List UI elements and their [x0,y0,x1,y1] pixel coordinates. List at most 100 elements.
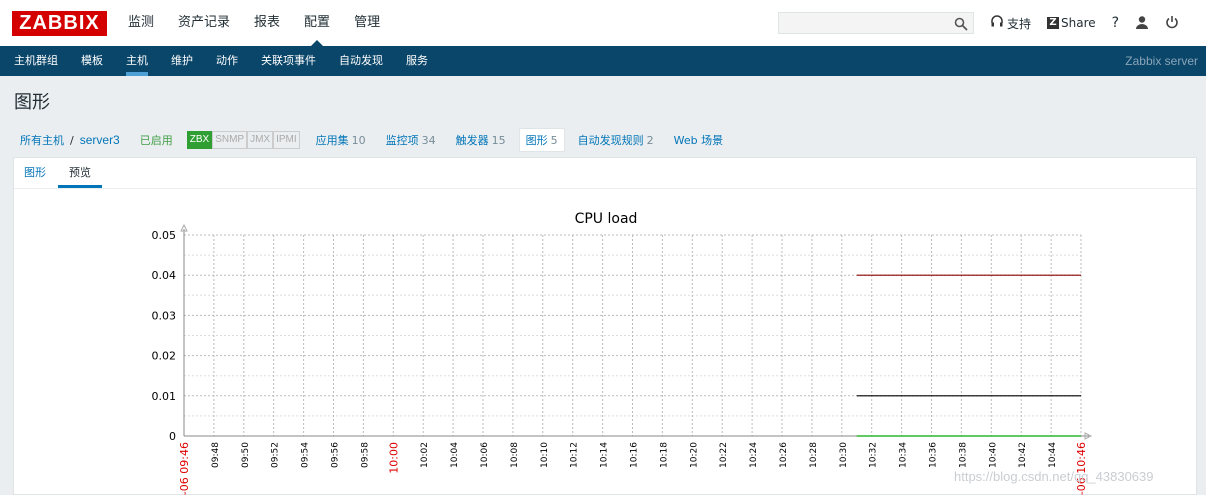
host-link[interactable]: server3 [80,133,120,147]
x-tick-label: 09:56 [331,442,341,468]
section-graphs-label[interactable]: 图形 [526,134,548,147]
y-tick-label: 0.02 [152,350,177,363]
subnav-hosts[interactable]: 主机 [126,46,148,76]
y-tick-label: 0.04 [152,269,177,282]
sub-nav: 主机群组 模板 主机 维护 动作 关联项事件 自动发现 服务 [14,46,451,76]
page-title: 图形 [14,92,50,113]
zabbix-logo[interactable]: ZABBIX [12,11,107,36]
x-tick-label: 10:32 [869,442,879,468]
x-tick-label: 10:38 [958,442,968,468]
power-icon [1165,15,1179,32]
section-triggers[interactable]: 触发器 15 [456,132,506,148]
x-tick-label: 10:20 [689,442,699,468]
y-tick-label: 0.05 [152,229,177,242]
subnav-discovery[interactable]: 自动发现 [339,46,383,76]
section-items-count: 34 [421,134,436,147]
section-discovery-rules-count: 2 [646,134,654,147]
x-tick-label: 09:52 [271,442,281,468]
section-discovery-rules[interactable]: 自动发现规则 2 [578,132,654,148]
section-triggers-label[interactable]: 触发器 [456,134,489,147]
section-web-scenarios[interactable]: Web 场景 [674,132,723,148]
x-tick-label: -06 09:46 [178,442,191,495]
host-status-enabled[interactable]: 已启用 [140,132,173,148]
section-graphs[interactable]: 图形 5 [518,128,565,152]
x-tick-label: 10:30 [839,442,849,468]
share-link[interactable]: Z Share [1047,16,1096,30]
section-applications-label[interactable]: 应用集 [316,134,349,147]
x-tick-label: 10:00 [387,442,400,474]
x-tick-label: 10:28 [809,442,819,468]
section-discovery-rules-label[interactable]: 自动发现规则 [578,134,644,147]
x-tick-label: 10:24 [749,442,759,468]
x-tick-label: 10:06 [480,442,490,468]
support-link[interactable]: 支持 [990,14,1032,32]
section-applications-count: 10 [351,134,366,147]
nav-monitoring[interactable]: 监测 [128,0,154,46]
sub-nav-bar: 主机群组 模板 主机 维护 动作 关联项事件 自动发现 服务 Zabbix se… [0,46,1206,76]
badge-jmx: JMX [247,131,274,149]
x-tick-label: 10:04 [450,442,460,468]
x-tick-label: 10:18 [659,442,669,468]
subnav-services[interactable]: 服务 [406,46,428,76]
search-icon[interactable] [954,16,968,35]
section-graphs-count: 5 [550,134,558,147]
section-applications[interactable]: 应用集 10 [316,132,366,148]
tab-preview[interactable]: 预览 [58,158,102,188]
x-tick-label: 09:50 [241,442,251,468]
header-tools: 支持 Z Share ? [990,0,1195,46]
subnav-templates[interactable]: 模板 [81,46,103,76]
x-tick-label: 10:16 [630,442,640,468]
support-label: 支持 [1007,16,1032,31]
help-button[interactable]: ? [1112,15,1119,31]
chart-title: CPU load [575,211,638,227]
tab-graph[interactable]: 图形 [24,158,46,188]
all-hosts-link[interactable]: 所有主机 [20,132,64,148]
x-tick-label: 10:40 [988,442,998,468]
x-tick-label: 10:34 [899,442,909,468]
x-tick-label: 09:54 [301,442,311,468]
section-triggers-count: 15 [491,134,506,147]
nav-administration[interactable]: 管理 [354,0,380,46]
x-tick-label: 10:14 [600,442,610,468]
x-tick-label: 10:12 [570,442,580,468]
subnav-actions[interactable]: 动作 [216,46,238,76]
share-z-icon: Z [1047,17,1060,29]
top-header: ZABBIX 监测 资产记录 报表 配置 管理 支持 Z Share ? [0,0,1206,47]
nav-inventory[interactable]: 资产记录 [178,0,230,46]
share-label: Share [1061,16,1096,30]
x-tick-label: 09:48 [211,442,221,468]
nav-reports[interactable]: 报表 [254,0,280,46]
section-web-scenarios-label[interactable]: Web 场景 [674,134,723,147]
server-name: Zabbix server [1125,54,1198,68]
logout-button[interactable] [1165,15,1179,32]
subnav-maintenance[interactable]: 维护 [171,46,193,76]
x-tick-label: 10:42 [1018,442,1028,468]
search-input[interactable] [778,12,974,34]
x-tick-label: 10:08 [510,442,520,468]
profile-button[interactable] [1135,15,1149,32]
host-breadcrumb: 所有主机 / server3 已启用 ZBX SNMP JMX IPMI 应用集… [13,128,1197,152]
breadcrumb-separator: / [70,133,74,147]
x-tick-label: 10:44 [1048,442,1058,468]
y-tick-label: 0 [169,430,176,443]
headset-icon [990,14,1004,32]
watermark: https://blog.csdn.net/qq_43830639 [954,469,1154,484]
section-items[interactable]: 监控项 34 [386,132,436,148]
y-tick-label: 0.03 [152,309,177,322]
subnav-correlation[interactable]: 关联项事件 [261,46,316,76]
subnav-host-groups[interactable]: 主机群组 [14,46,58,76]
section-items-label[interactable]: 监控项 [386,134,419,147]
availability-badges: ZBX SNMP JMX IPMI [186,131,300,149]
x-tick-label: 10:10 [540,442,550,468]
x-tick-label: 10:26 [779,442,789,468]
x-tick-label: 09:58 [360,442,370,468]
graph-panel: 图形 预览 CPU load 0.05 0.04 0.03 0.02 0.01 0 -06 … [13,157,1197,495]
x-tick-label: 10:22 [719,442,729,468]
badge-snmp: SNMP [212,131,248,149]
y-tick-label: 0.01 [152,390,177,403]
tab-bar: 图形 预览 [14,158,1196,189]
badge-zbx: ZBX [186,131,213,149]
x-tick-label: 10:36 [929,442,939,468]
nav-configuration[interactable]: 配置 [304,0,330,46]
x-tick-label: 10:02 [420,442,430,468]
